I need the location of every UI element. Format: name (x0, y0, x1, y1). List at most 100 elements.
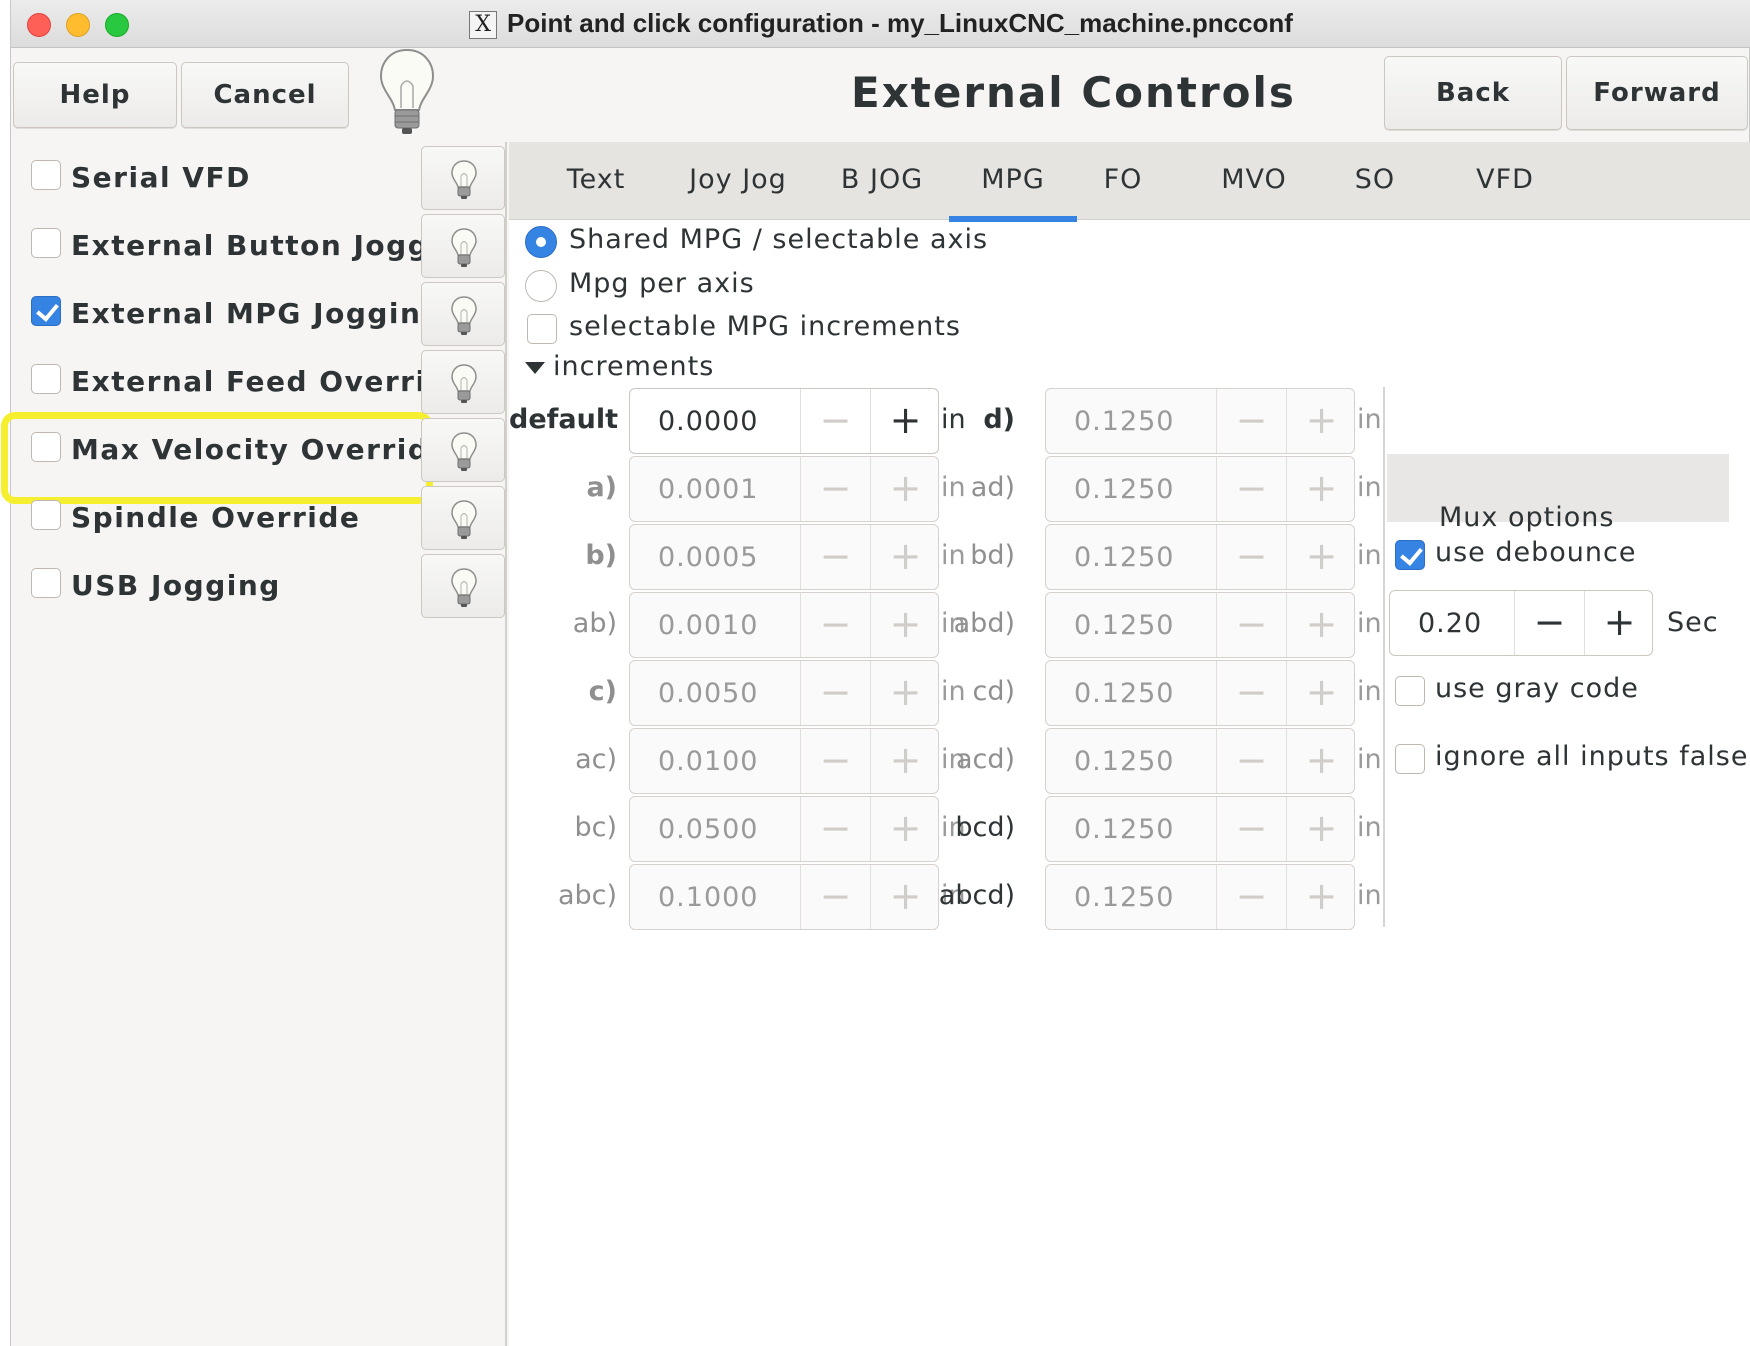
increment-button[interactable]: + (1286, 389, 1356, 453)
increment-value[interactable]: 0.1250 (1074, 610, 1174, 641)
sidebar-item-checkbox[interactable] (31, 160, 61, 190)
forward-button[interactable]: Forward (1566, 56, 1748, 130)
increment-value[interactable]: 0.1250 (1074, 406, 1174, 437)
increment-spinbox[interactable]: 0.1250 − + (1045, 524, 1355, 590)
increments-expander[interactable]: increments (553, 351, 714, 382)
increment-button[interactable]: + (1286, 525, 1356, 589)
help-bulb-button[interactable] (421, 486, 505, 550)
shared-mpg-radio[interactable] (525, 226, 557, 258)
increment-spinbox[interactable]: 0.0050− + (629, 660, 939, 726)
debounce-time-spinbox[interactable]: 0.20 − + (1389, 590, 1653, 656)
increment-spinbox[interactable]: 0.0100− + (629, 728, 939, 794)
increment-value[interactable]: 0.1250 (1074, 678, 1174, 709)
sidebar-item-external-mpg-jogging[interactable]: External MPG Jogging (21, 290, 441, 340)
increment-value[interactable]: 0.0010 (658, 610, 758, 641)
help-bulb-button[interactable] (421, 146, 505, 210)
increment-spinbox[interactable]: 0.0005− + (629, 524, 939, 590)
increment-spinbox[interactable]: 0.1250 − + (1045, 864, 1355, 930)
tab-so[interactable]: SO (1345, 164, 1405, 195)
sidebar-item-external-feed-override[interactable]: External Feed Override (21, 358, 467, 408)
decrement-button[interactable]: − (1216, 797, 1286, 861)
increment-button[interactable]: + (1286, 729, 1356, 793)
sidebar-item-usb-jogging[interactable]: USB Jogging (21, 562, 421, 612)
increment-spinbox[interactable]: 0.0001− + (629, 456, 939, 522)
increment-value[interactable]: 0.1000 (658, 882, 758, 913)
increment-spinbox[interactable]: 0.1250 − + (1045, 592, 1355, 658)
decrement-button[interactable]: − (800, 729, 870, 793)
decrement-button[interactable]: − (1216, 457, 1286, 521)
increment-spinbox[interactable]: 0.1250 − + (1045, 728, 1355, 794)
expander-down-icon[interactable] (525, 362, 545, 374)
decrement-button[interactable]: − (800, 457, 870, 521)
increment-value[interactable]: 0.0050 (658, 678, 758, 709)
decrement-button[interactable]: − (800, 525, 870, 589)
sidebar-item-checkbox[interactable] (31, 296, 61, 326)
decrement-button[interactable]: − (800, 865, 870, 929)
back-button[interactable]: Back (1384, 56, 1562, 130)
help-button[interactable]: Help (13, 62, 177, 128)
cancel-button[interactable]: Cancel (181, 62, 349, 128)
increment-value[interactable]: 0.0500 (658, 814, 758, 845)
decrement-button[interactable]: − (800, 593, 870, 657)
increment-value[interactable]: 0.0000 (658, 406, 758, 437)
increment-spinbox[interactable]: 0.0500− + (629, 796, 939, 862)
increment-button[interactable]: + (1286, 593, 1356, 657)
increment-value[interactable]: 0.0100 (658, 746, 758, 777)
decrement-button[interactable]: − (1216, 729, 1286, 793)
increment-spinbox[interactable]: 0.1250 − + (1045, 388, 1355, 454)
decrement-button[interactable]: − (1216, 661, 1286, 725)
tab-b-jog[interactable]: B JOG (827, 164, 937, 195)
tab-vfd[interactable]: VFD (1465, 164, 1545, 195)
ignore-inputs-false-checkbox[interactable] (1395, 744, 1425, 774)
increment-spinbox[interactable]: 0.0010− + (629, 592, 939, 658)
use-debounce-checkbox[interactable] (1395, 540, 1425, 570)
tab-fo[interactable]: FO (1093, 164, 1153, 195)
decrement-button[interactable]: − (800, 661, 870, 725)
title-bar[interactable]: X Point and click configuration - my_Linu… (11, 0, 1750, 48)
sidebar-item-external-button-jogging[interactable]: External Button Jogging (21, 222, 482, 272)
increment-spinbox[interactable]: 0.1250 − + (1045, 796, 1355, 862)
increment-spinbox[interactable]: 0.0000− + (629, 388, 939, 454)
decrement-button[interactable]: − (1216, 389, 1286, 453)
increment-spinbox[interactable]: 0.1250 − + (1045, 660, 1355, 726)
increment-button[interactable]: + (1286, 661, 1356, 725)
sidebar-item-checkbox[interactable] (31, 432, 61, 462)
increment-spinbox[interactable]: 0.1250 − + (1045, 456, 1355, 522)
increment-value[interactable]: 0.1250 (1074, 746, 1174, 777)
decrement-button[interactable]: − (1216, 865, 1286, 929)
tab-joy-jog[interactable]: Joy Jog (675, 164, 801, 195)
decrement-button[interactable]: − (1216, 525, 1286, 589)
debounce-decrement-button[interactable]: − (1514, 591, 1584, 655)
help-bulb-button[interactable] (421, 214, 505, 278)
increment-button[interactable]: + (1286, 457, 1356, 521)
sidebar-item-checkbox[interactable] (31, 500, 61, 530)
sidebar-item-serial-vfd[interactable]: Serial VFD (21, 154, 421, 204)
sidebar-item-checkbox[interactable] (31, 364, 61, 394)
decrement-button[interactable]: − (1216, 593, 1286, 657)
increment-button[interactable]: + (1286, 865, 1356, 929)
tab-text[interactable]: Text (553, 164, 639, 195)
mpg-per-axis-radio[interactable] (525, 270, 557, 302)
debounce-increment-button[interactable]: + (1584, 591, 1654, 655)
increment-value[interactable]: 0.1250 (1074, 474, 1174, 505)
help-bulb-button[interactable] (421, 418, 505, 482)
help-bulb-button[interactable] (421, 282, 505, 346)
use-gray-code-checkbox[interactable] (1395, 676, 1425, 706)
decrement-button[interactable]: − (800, 797, 870, 861)
tab-mpg[interactable]: MPG (949, 164, 1077, 222)
debounce-value[interactable]: 0.20 (1418, 608, 1482, 639)
increment-value[interactable]: 0.1250 (1074, 814, 1174, 845)
sidebar-item-checkbox[interactable] (31, 228, 61, 258)
increment-value[interactable]: 0.0001 (658, 474, 758, 505)
help-bulb-button[interactable] (421, 554, 505, 618)
increment-value[interactable]: 0.1250 (1074, 882, 1174, 913)
decrement-button[interactable]: − (800, 389, 870, 453)
tab-mvo[interactable]: MVO (1209, 164, 1299, 195)
increment-value[interactable]: 0.1250 (1074, 542, 1174, 573)
increment-spinbox[interactable]: 0.1000− + (629, 864, 939, 930)
increment-value[interactable]: 0.0005 (658, 542, 758, 573)
sidebar-item-spindle-override[interactable]: Spindle Override (21, 494, 421, 544)
sidebar-item-checkbox[interactable] (31, 568, 61, 598)
increment-button[interactable]: + (1286, 797, 1356, 861)
sidebar-item-max-velocity-override[interactable]: Max Velocity Override (21, 426, 448, 476)
